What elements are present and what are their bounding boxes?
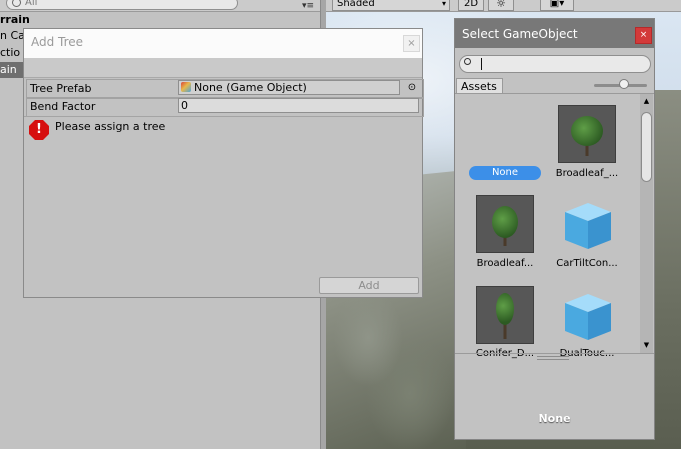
grid-item-broadleaf-1[interactable] bbox=[558, 105, 616, 163]
effects-dropdown-icon[interactable]: ▣▾ bbox=[540, 0, 574, 11]
scroll-down-icon[interactable]: ▼ bbox=[640, 340, 653, 350]
object-search-input[interactable] bbox=[459, 55, 651, 73]
tree-prefab-label: Tree Prefab bbox=[30, 82, 92, 95]
toggle-2d-button[interactable]: 2D bbox=[458, 0, 484, 11]
add-tree-title: Add Tree bbox=[31, 35, 84, 49]
tab-assets[interactable]: Assets bbox=[456, 78, 503, 94]
hierarchy-menu-icon[interactable]: ▾≡ bbox=[302, 0, 318, 12]
shading-mode-label: Shaded bbox=[337, 0, 375, 9]
close-icon[interactable]: × bbox=[635, 27, 652, 44]
bend-factor-input[interactable]: 0 bbox=[178, 98, 419, 113]
shading-mode-dropdown[interactable]: Shaded ▾ bbox=[332, 0, 450, 11]
tree-icon bbox=[492, 206, 518, 238]
preview-object-name: None bbox=[538, 412, 571, 425]
error-icon: ! bbox=[29, 120, 49, 140]
splitter-grip-icon[interactable] bbox=[537, 356, 569, 360]
grid-item-none[interactable]: None bbox=[469, 166, 541, 180]
search-icon bbox=[464, 58, 471, 65]
grid-item-broadleaf-2[interactable] bbox=[476, 195, 534, 253]
select-gameobject-title: Select GameObject bbox=[462, 27, 578, 41]
tree-icon bbox=[496, 293, 514, 325]
add-button[interactable]: Add bbox=[319, 277, 419, 294]
warning-message: Please assign a tree bbox=[55, 120, 166, 133]
hierarchy-search-input[interactable]: All bbox=[6, 0, 238, 10]
grid-item-dualtouch[interactable] bbox=[562, 291, 614, 343]
grid-item-label: Broadleaf... bbox=[476, 258, 534, 269]
hierarchy-row-selected[interactable]: ain bbox=[0, 62, 24, 78]
text-cursor bbox=[481, 58, 482, 70]
search-icon bbox=[12, 0, 21, 7]
hierarchy-row[interactable]: rrain bbox=[0, 12, 320, 28]
gameobject-cube-icon bbox=[181, 82, 191, 92]
grid-item-label: CarTiltCon... bbox=[556, 258, 618, 269]
dropdown-arrow-icon: ▾ bbox=[441, 0, 446, 8]
hierarchy-search-placeholder: All bbox=[25, 0, 38, 8]
object-picker-icon[interactable]: ⊙ bbox=[404, 80, 420, 95]
lighting-toggle-icon[interactable]: ☼ bbox=[488, 0, 514, 11]
scrollbar-thumb[interactable] bbox=[641, 112, 652, 182]
scroll-up-icon[interactable]: ▲ bbox=[640, 96, 653, 106]
close-icon[interactable]: × bbox=[403, 35, 420, 52]
cube-icon bbox=[565, 294, 611, 340]
grid-item-conifer[interactable] bbox=[476, 286, 534, 344]
tab-divider bbox=[455, 93, 654, 94]
bend-factor-label: Bend Factor bbox=[30, 100, 96, 113]
grid-item-cartiltcon[interactable] bbox=[562, 200, 614, 252]
tree-prefab-field[interactable]: None (Game Object) bbox=[178, 80, 400, 95]
grid-item-label: Broadleaf_... bbox=[555, 168, 619, 179]
add-tree-titlebar[interactable] bbox=[24, 29, 422, 58]
add-tree-header-band bbox=[24, 58, 422, 78]
cube-icon bbox=[565, 203, 611, 249]
tree-icon bbox=[571, 116, 603, 146]
zoom-slider-handle[interactable] bbox=[619, 79, 629, 89]
terrain-mountains bbox=[654, 90, 681, 449]
